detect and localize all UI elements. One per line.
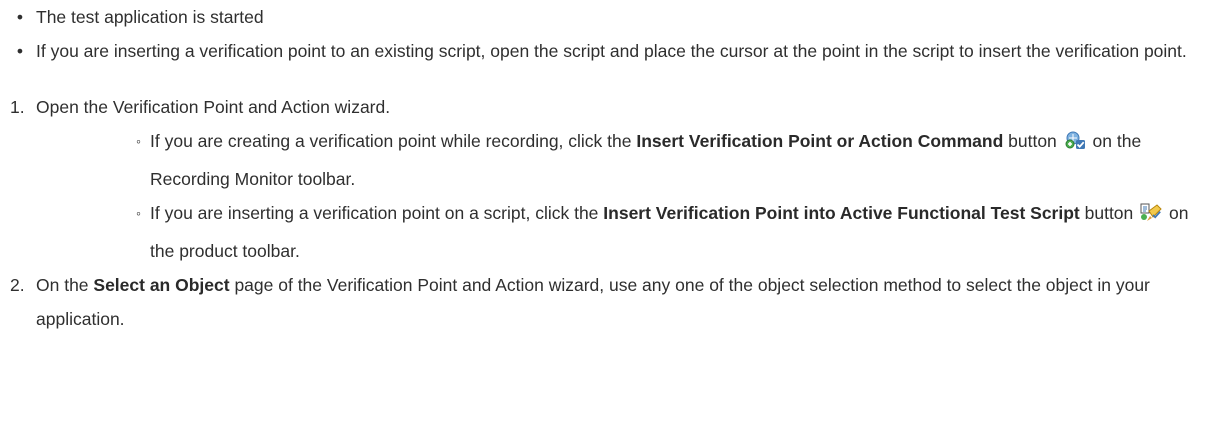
ui-label-bold: Select an Object	[93, 275, 230, 295]
insert-verification-point-script-icon	[1140, 200, 1162, 234]
step-number: 1.	[10, 97, 25, 117]
bullet-icon: •	[16, 7, 24, 27]
substep-text: button	[1003, 131, 1062, 151]
step-text: Open the Verification Point and Action w…	[36, 97, 391, 117]
circle-bullet-icon: ◦	[136, 133, 141, 149]
ui-label-bold: Insert Verification Point or Action Comm…	[636, 131, 1004, 151]
substep-list: ◦ If you are creating a verification poi…	[36, 124, 1206, 268]
prereq-text: If you are inserting a verification poin…	[36, 41, 1187, 61]
insert-verification-point-action-icon	[1064, 128, 1086, 162]
bullet-icon: •	[16, 41, 24, 61]
ui-label-bold: Insert Verification Point into Active Fu…	[603, 203, 1080, 223]
substep-item: ◦ If you are creating a verification poi…	[136, 124, 1206, 196]
step-1: 1. Open the Verification Point and Actio…	[10, 90, 1206, 268]
step-2: 2. On the Select an Object page of the V…	[10, 268, 1206, 336]
list-item: • If you are inserting a verification po…	[10, 34, 1206, 68]
substep-text: button	[1079, 203, 1139, 223]
substep-text: If you are creating a verification point…	[150, 131, 637, 151]
substep-item: ◦ If you are inserting a verification po…	[136, 196, 1206, 268]
step-text: On the	[36, 275, 94, 295]
procedure-steps: 1. Open the Verification Point and Actio…	[10, 90, 1206, 336]
substep-text: If you are inserting a verification poin…	[150, 203, 604, 223]
step-number: 2.	[10, 275, 25, 295]
circle-bullet-icon: ◦	[136, 205, 141, 221]
prerequisite-list: • The test application is started • If y…	[10, 0, 1206, 68]
prereq-text: The test application is started	[36, 7, 264, 27]
list-item: • The test application is started	[10, 0, 1206, 34]
document-body: • The test application is started • If y…	[0, 0, 1206, 336]
